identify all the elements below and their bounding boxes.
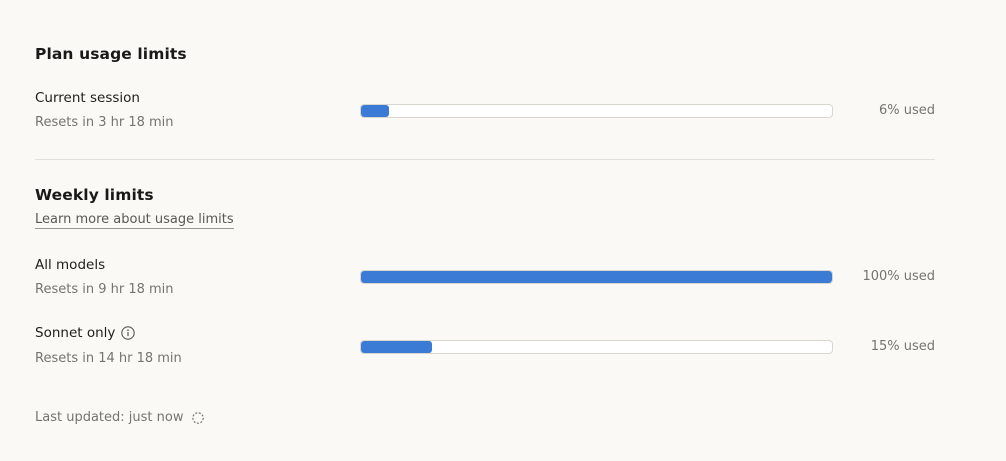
all-models-progress-bar <box>360 270 833 284</box>
last-updated-text: Last updated: just now <box>35 410 184 425</box>
sonnet-only-progress-bar <box>360 340 833 354</box>
sonnet-only-row: Sonnet only Resets in 14 hr 18 min 15% u… <box>35 325 935 375</box>
plan-usage-title: Plan usage limits <box>35 45 187 63</box>
current-session-percent: 6% used <box>878 103 935 118</box>
learn-more-link[interactable]: Learn more about usage limits <box>35 212 234 229</box>
sonnet-only-resets: Resets in 14 hr 18 min <box>35 351 182 366</box>
all-models-row: All models Resets in 9 hr 18 min 100% us… <box>35 257 935 307</box>
current-session-resets: Resets in 3 hr 18 min <box>35 115 174 130</box>
sonnet-only-label-wrap: Sonnet only <box>35 325 136 341</box>
current-session-progress-bar <box>360 104 833 118</box>
all-models-label: All models <box>35 257 106 273</box>
all-models-percent: 100% used <box>862 269 935 284</box>
current-session-progress-fill <box>361 105 390 117</box>
last-updated: Last updated: just now <box>35 410 205 425</box>
section-divider <box>35 159 935 160</box>
all-models-progress-fill <box>361 271 832 283</box>
current-session-label: Current session <box>35 90 140 106</box>
all-models-resets: Resets in 9 hr 18 min <box>35 282 174 297</box>
info-icon[interactable] <box>121 326 136 340</box>
sonnet-only-label: Sonnet only <box>35 325 116 341</box>
sonnet-only-progress-fill <box>361 341 432 353</box>
sonnet-only-percent: 15% used <box>870 339 935 354</box>
current-session-row: Current session Resets in 3 hr 18 min 6%… <box>35 90 935 140</box>
weekly-limits-title: Weekly limits <box>35 186 154 204</box>
usage-panel: Plan usage limits Current session Resets… <box>35 0 935 461</box>
refresh-icon[interactable] <box>191 411 205 425</box>
